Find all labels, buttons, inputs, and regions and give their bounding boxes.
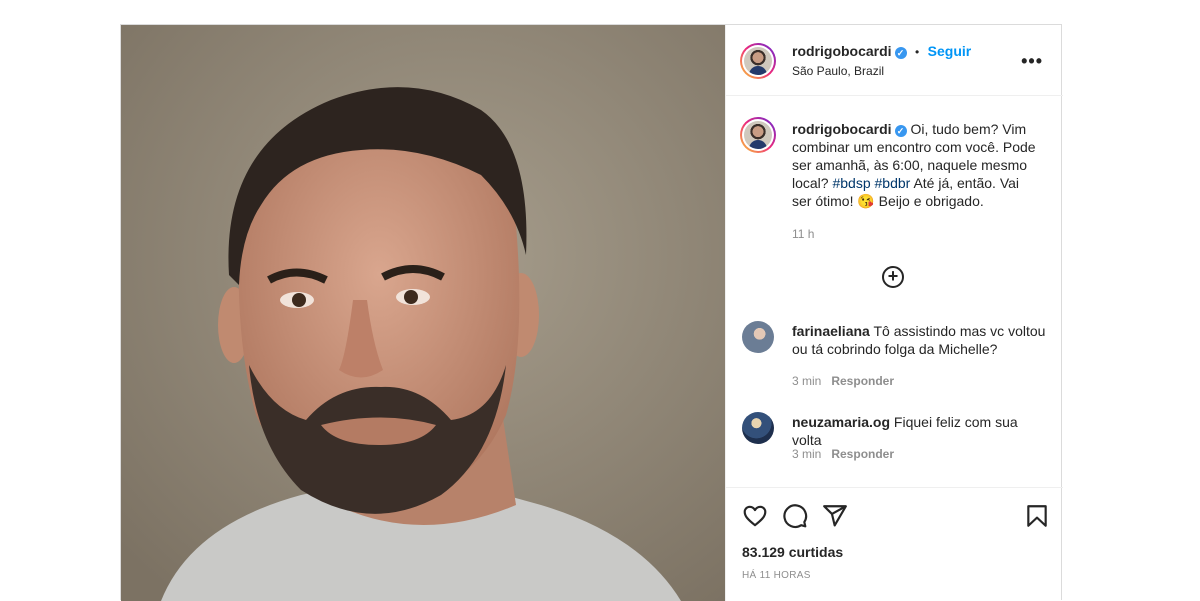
instagram-post: rodrigobocardi ✓ • Seguir São Paulo, Braz… — [120, 24, 1063, 601]
comment-icon[interactable] — [782, 503, 808, 529]
hashtag-bdbr[interactable]: #bdbr — [875, 175, 911, 191]
post-location[interactable]: São Paulo, Brazil — [792, 64, 884, 78]
commenter-avatar[interactable] — [742, 412, 774, 444]
reply-button[interactable]: Responder — [831, 447, 894, 461]
comment-username[interactable]: farinaeliana — [792, 323, 870, 339]
caption-username[interactable]: rodrigobocardi — [792, 121, 892, 137]
caption-text-3: Beijo e obrigado. — [874, 193, 984, 209]
comment-time: 3 min — [792, 374, 822, 388]
author-avatar[interactable] — [740, 43, 776, 79]
reply-button[interactable]: Responder — [831, 374, 894, 388]
caption-avatar[interactable] — [740, 117, 776, 153]
post-header: rodrigobocardi ✓ • Seguir São Paulo, Braz… — [726, 25, 1063, 96]
separator: • — [915, 45, 920, 59]
comment: neuzamaria.og Fiquei feliz com sua volta — [792, 413, 1047, 449]
follow-button[interactable]: Seguir — [928, 43, 972, 59]
hashtag-bdsp[interactable]: #bdsp — [832, 175, 870, 191]
verified-icon: ✓ — [894, 47, 907, 59]
post-timestamp[interactable]: HÁ 11 HORAS — [742, 570, 811, 581]
author-username[interactable]: rodrigobocardi — [792, 43, 892, 59]
post-actions: 83.129 curtidas HÁ 11 HORAS — [726, 487, 1063, 601]
post-sidebar: rodrigobocardi ✓ • Seguir São Paulo, Braz… — [725, 25, 1063, 601]
heart-icon[interactable] — [742, 503, 768, 529]
commenter-avatar[interactable] — [742, 321, 774, 353]
caption: rodrigobocardi ✓ Oi, tudo bem? Vim combin… — [792, 120, 1042, 210]
bookmark-icon[interactable] — [1024, 503, 1050, 529]
caption-time: 11 h — [792, 227, 815, 241]
add-comment-icon[interactable]: + — [882, 266, 904, 288]
comment: farinaeliana Tô assistindo mas vc voltou… — [792, 322, 1047, 358]
more-icon[interactable]: ••• — [1021, 51, 1043, 72]
portrait-illustration — [121, 25, 725, 601]
comment-meta: 3 min Responder — [792, 374, 894, 388]
comment-time: 3 min — [792, 447, 822, 461]
kiss-emoji: 😘 — [857, 193, 875, 209]
comment-meta: 3 min Responder — [792, 447, 894, 461]
share-icon[interactable] — [822, 503, 848, 529]
post-photo[interactable] — [121, 25, 725, 601]
likes-count[interactable]: 83.129 curtidas — [742, 544, 843, 560]
verified-icon: ✓ — [894, 125, 907, 137]
comment-username[interactable]: neuzamaria.og — [792, 414, 890, 430]
